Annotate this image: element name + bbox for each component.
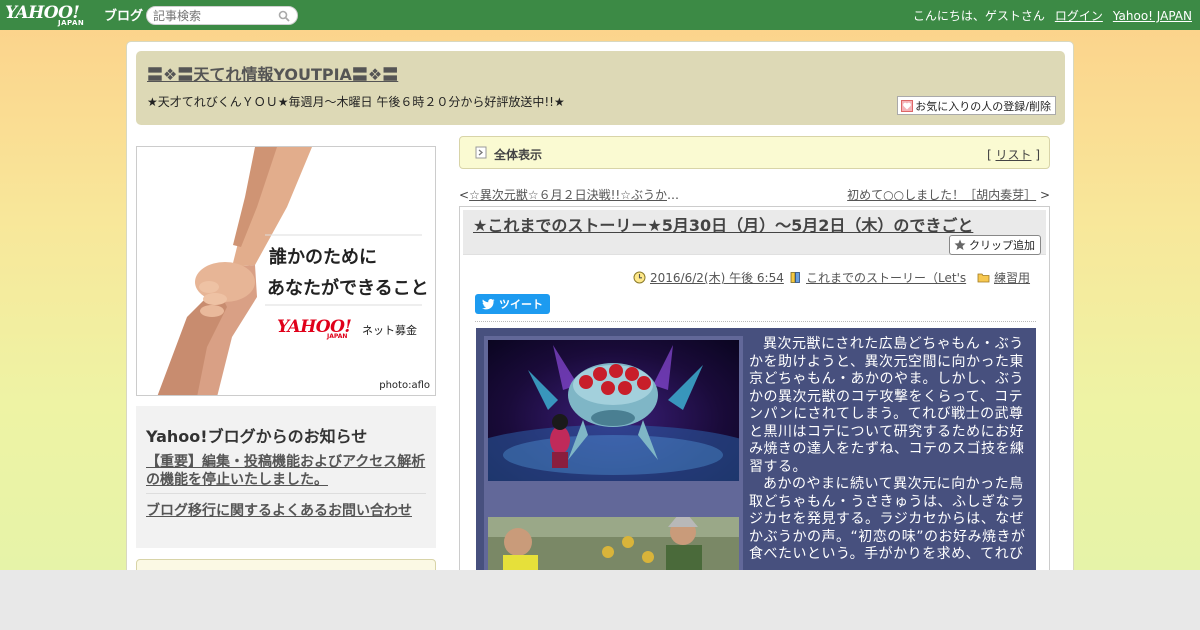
article-entry: ★これまでのストーリー★5月30日（月）～5月2日（木）のできごと クリップ追加… bbox=[459, 206, 1050, 570]
next-article-link[interactable]: 初めて○○しました！［胡内奏芽］ bbox=[847, 188, 1036, 202]
tweet-button[interactable]: ツイート bbox=[475, 294, 550, 314]
logo-blog-text: ブログ bbox=[104, 9, 144, 24]
article-image-monster[interactable] bbox=[488, 340, 739, 481]
article-paragraph-1: 異次元獣にされた広島どちゃもん・ぶうかを助けようと、異次元空間に向かった東京どち… bbox=[749, 336, 1025, 475]
list-view-toggle: [ リスト ] bbox=[987, 146, 1040, 163]
next-arrow: > bbox=[1039, 188, 1050, 202]
ad-net-donation-label: ネット募金 bbox=[362, 324, 417, 337]
location-photo bbox=[488, 517, 739, 570]
logo-japan-text: JAPAN bbox=[58, 19, 85, 27]
login-link[interactable]: ログイン bbox=[1055, 9, 1103, 23]
article-date-link[interactable]: 2016/6/2(木) 午後 6:54 bbox=[650, 269, 784, 286]
guest-greeting: こんにちは、ゲストさん bbox=[912, 9, 1045, 23]
notice-link-faq[interactable]: ブログ移行に関するよくあるお問い合わせ bbox=[146, 500, 412, 520]
next-article: 初めて○○しました！［胡内奏芽］ > bbox=[847, 186, 1050, 203]
notice-heading: Yahoo!ブログからのお知らせ bbox=[146, 427, 368, 446]
article-body: 異次元獣にされた広島どちゃもん・ぶうかを助けようと、異次元空間に向かった東京どち… bbox=[476, 328, 1036, 570]
ad-headline-1: 誰かのために bbox=[269, 247, 377, 268]
top-navigation-bar: YAHOO! JAPAN ブログ こんにちは、ゲストさんログインYahoo! J… bbox=[0, 0, 1200, 30]
blog-title[interactable]: 〓❖〓天てれ情報YOUTPIA〓❖〓 bbox=[147, 61, 398, 85]
view-all-label: 全体表示 bbox=[494, 148, 543, 162]
blog-header: 〓❖〓天てれ情報YOUTPIA〓❖〓 ★天才てれびくんＹＯＵ★毎週月～木曜日 午… bbox=[136, 51, 1065, 125]
search-icon[interactable] bbox=[278, 10, 290, 22]
star-icon bbox=[954, 239, 966, 250]
blog-description: ★天才てれびくんＹＯＵ★毎週月～木曜日 午後６時２０分から好評放送中!!★ bbox=[147, 95, 565, 109]
ad-photo-credit: photo:aflo bbox=[379, 380, 430, 391]
article-search-box bbox=[146, 6, 298, 25]
twitter-bird-icon bbox=[482, 298, 495, 309]
favorite-register-label: お気に入りの人の登録/削除 bbox=[915, 99, 1051, 113]
article-paragraph-2: あかのやまに続いて異次元に向かった鳥取どちゃもん・うさきゅうは、ふしぎなラジカセ… bbox=[749, 476, 1026, 562]
article-pager: <☆異次元獣☆６月２日決戦!!☆ぶうか… 初めて○○しました！［胡内奏芽］ > bbox=[459, 186, 1050, 202]
prev-arrow: < bbox=[459, 188, 470, 202]
yahoo-japan-link[interactable]: Yahoo! JAPAN bbox=[1113, 9, 1192, 23]
ad-headline-2: あなたができること bbox=[267, 278, 429, 299]
browser-viewport: YAHOO! JAPAN ブログ こんにちは、ゲストさんログインYahoo! J… bbox=[0, 0, 1200, 570]
yahoo-blog-notice-box: Yahoo!ブログからのお知らせ 【重要】編集・投稿機能およびアクセス解析の機能… bbox=[136, 406, 436, 548]
tweet-label: ツイート bbox=[499, 298, 543, 311]
notice-divider bbox=[146, 493, 426, 494]
ad-yahoo-logo-sub: JAPAN bbox=[327, 333, 348, 340]
handshake-photo bbox=[137, 147, 435, 395]
blog-page: 〓❖〓天てれ情報YOUTPIA〓❖〓 ★天才てれびくんＹＯＵ★毎週月～木曜日 午… bbox=[126, 41, 1074, 570]
article-category: これまでのストーリー（Let's bbox=[789, 269, 966, 286]
list-view-link[interactable]: リスト bbox=[995, 148, 1031, 162]
folder-icon bbox=[977, 273, 990, 283]
article-folder: 練習用 bbox=[977, 269, 1030, 286]
book-icon bbox=[790, 272, 800, 283]
sidebar-panel bbox=[136, 559, 436, 570]
charity-ad-banner[interactable]: 誰かのために あなたができること YAHOO! JAPAN ネット募金 phot… bbox=[136, 146, 436, 396]
clock-icon bbox=[633, 271, 646, 284]
favorite-register-button[interactable]: お気に入りの人の登録/削除 bbox=[897, 96, 1056, 115]
article-header: ★これまでのストーリー★5月30日（月）～5月2日（木）のできごと クリップ追加 bbox=[463, 210, 1046, 255]
monster-scene-illustration bbox=[488, 345, 739, 481]
article-image-column bbox=[484, 336, 743, 570]
heart-icon bbox=[901, 99, 914, 112]
document-icon bbox=[475, 146, 487, 159]
article-meta: 2016/6/2(木) 午後 6:54 これまでのストーリー（Let's 練習用 bbox=[460, 269, 1051, 285]
article-text: 異次元獣にされた広島どちゃもん・ぶうかを助けようと、異次元空間に向かった東京どち… bbox=[749, 336, 1029, 564]
prev-article-link[interactable]: ☆異次元獣☆６月２日決戦!!☆ぶうか bbox=[469, 188, 667, 202]
meta-separator bbox=[475, 321, 1036, 322]
prev-article: <☆異次元獣☆６月２日決戦!!☆ぶうか… bbox=[459, 186, 679, 203]
article-folder-link[interactable]: 練習用 bbox=[994, 269, 1030, 286]
prev-ellipsis: … bbox=[666, 188, 679, 202]
list-bracket-close: ] bbox=[1031, 148, 1040, 162]
clip-add-label: クリップ追加 bbox=[969, 239, 1035, 252]
article-category-link[interactable]: これまでのストーリー（Let's bbox=[806, 269, 966, 286]
user-links: こんにちは、ゲストさん ログイン Yahoo! JAPAN bbox=[903, 7, 1192, 24]
view-mode-bar: 全体表示 [ リスト ] bbox=[459, 136, 1050, 169]
article-search-input[interactable] bbox=[153, 9, 271, 23]
article-title[interactable]: ★これまでのストーリー★5月30日（月）～5月2日（木）のできごと bbox=[473, 212, 973, 236]
clip-add-button[interactable]: クリップ追加 bbox=[949, 235, 1041, 255]
article-date: 2016/6/2(木) 午後 6:54 bbox=[633, 269, 784, 286]
notice-link-important[interactable]: 【重要】編集・投稿機能およびアクセス解析の機能を停止いたしました。 bbox=[146, 453, 431, 489]
article-image-location[interactable] bbox=[488, 517, 739, 570]
